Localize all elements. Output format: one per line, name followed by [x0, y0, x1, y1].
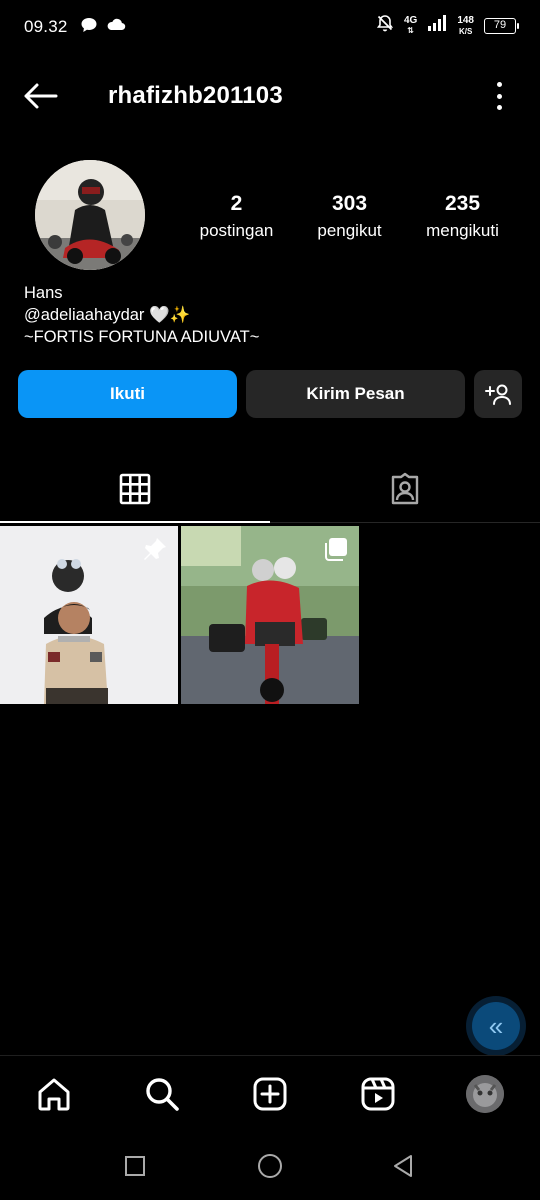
tab-tagged[interactable]: [270, 455, 540, 523]
network-type: 4G ⇅: [403, 14, 418, 35]
profile-name: Hans: [24, 284, 63, 302]
home-system-button[interactable]: [255, 1151, 285, 1181]
post-thumbnail[interactable]: [181, 526, 359, 704]
follow-button[interactable]: Ikuti: [18, 370, 237, 418]
more-vertical-icon: [496, 82, 502, 87]
nav-create[interactable]: [250, 1074, 290, 1114]
double-chevron-left-icon: «: [488, 1010, 504, 1041]
bio-motto: ~FORTIS FORTUNA ADIUVAT~: [24, 328, 260, 346]
nav-profile[interactable]: [466, 1075, 504, 1113]
tab-posts-grid[interactable]: [0, 455, 270, 523]
home-icon: [38, 1078, 70, 1111]
profile-header: rhafizhb201103: [0, 72, 540, 120]
search-icon: [146, 1078, 179, 1111]
nav-search[interactable]: [142, 1074, 182, 1114]
pin-icon: [142, 536, 168, 567]
square-icon: [125, 1156, 145, 1176]
floating-collapse-button[interactable]: «: [472, 1002, 520, 1050]
profile-avatar-small: [466, 1075, 504, 1113]
network-speed: 148 K/S: [457, 14, 474, 36]
profile-username: rhafizhb201103: [108, 82, 283, 109]
stat-followers[interactable]: 303 pengikut: [293, 190, 406, 242]
back-system-button[interactable]: [388, 1151, 418, 1181]
chat-notification-icon: [80, 16, 98, 39]
nav-reels[interactable]: [358, 1074, 398, 1114]
system-navigation: [0, 1131, 540, 1200]
status-time: 09.32: [24, 17, 68, 36]
nav-home[interactable]: [34, 1074, 74, 1114]
bottom-navigation: [0, 1055, 540, 1131]
cloud-icon: [106, 16, 126, 39]
create-icon: [253, 1077, 287, 1111]
active-tab-indicator: [0, 521, 270, 523]
status-bar: 09.32 4G ⇅ 148 K/S 79: [0, 0, 540, 56]
mute-bell-icon: [376, 14, 394, 37]
reels-icon: [361, 1077, 395, 1111]
signal-icon: [427, 14, 447, 37]
arrow-left-icon: [24, 83, 58, 109]
profile-stats: 2 postingan 303 pengikut 235 mengikuti: [180, 190, 520, 242]
profile-bio: Hans @adeliaahaydar 🤍✨ ~FORTIS FORTUNA A…: [24, 282, 259, 348]
profile-avatar[interactable]: [35, 160, 145, 270]
circle-icon: [258, 1154, 282, 1178]
post-thumbnail[interactable]: [0, 526, 178, 704]
stat-posts[interactable]: 2 postingan: [180, 190, 293, 242]
carousel-icon: [323, 536, 349, 567]
add-person-icon: [485, 384, 511, 405]
bio-mention[interactable]: @adeliaahaydar 🤍✨: [24, 304, 259, 326]
triangle-back-icon: [394, 1155, 412, 1177]
grid-icon: [119, 473, 151, 505]
back-button[interactable]: [22, 78, 62, 114]
data-arrows-icon: ⇅: [407, 25, 414, 35]
message-button[interactable]: Kirim Pesan: [246, 370, 465, 418]
stat-following[interactable]: 235 mengikuti: [406, 190, 519, 242]
profile-tabs: [0, 455, 540, 523]
suggest-accounts-button[interactable]: [474, 370, 522, 418]
battery-level: 79: [493, 18, 507, 31]
battery-icon: 79: [484, 17, 519, 34]
avatar-image: [35, 160, 145, 270]
recent-apps-button[interactable]: [120, 1151, 150, 1181]
tagged-person-icon: [391, 472, 419, 505]
more-options-button[interactable]: [494, 82, 504, 110]
